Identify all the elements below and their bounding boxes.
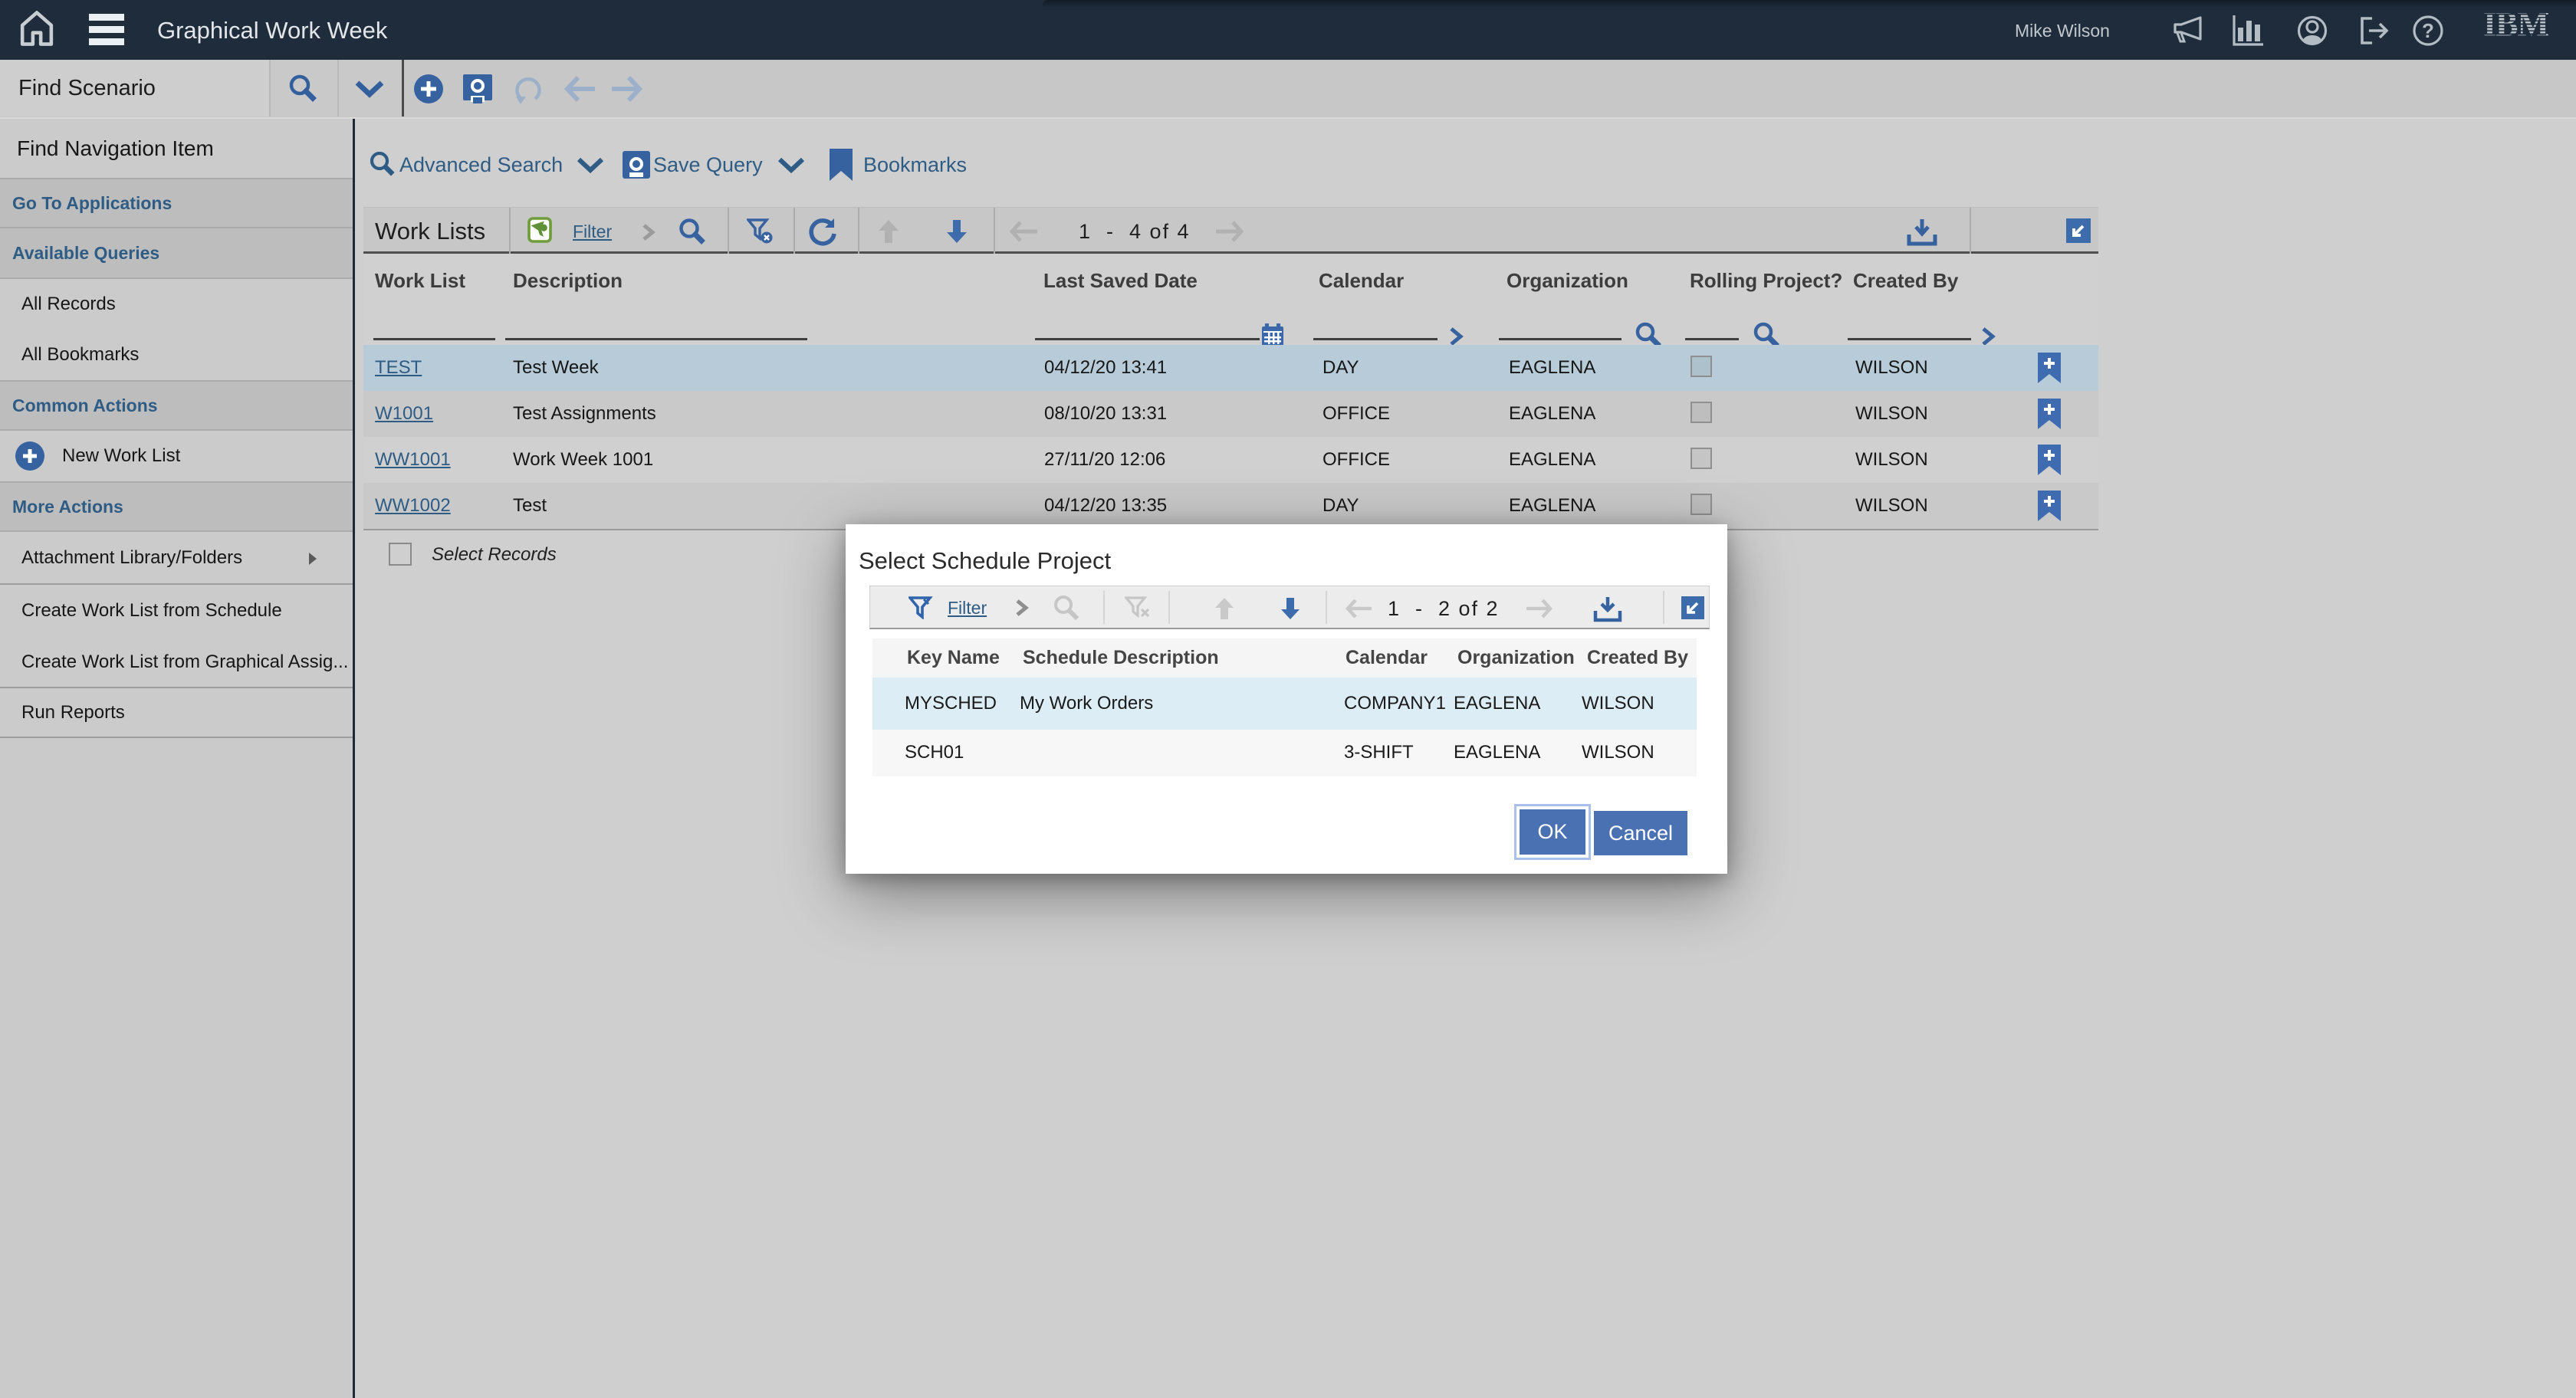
svg-text:?: ? bbox=[2422, 19, 2434, 42]
